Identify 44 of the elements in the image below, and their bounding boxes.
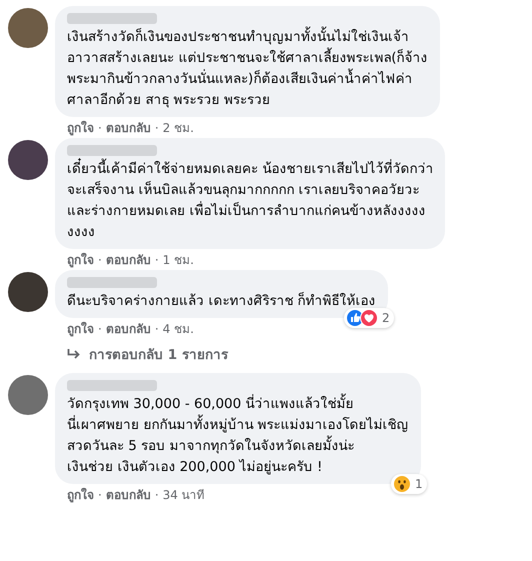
view-replies-link[interactable]: การตอบกลับ 1 รายการ <box>89 343 228 365</box>
separator-dot: · <box>154 487 159 503</box>
separator-dot: · <box>154 120 159 136</box>
separator-dot: · <box>98 321 102 337</box>
reply-link[interactable]: ตอบกลับ <box>106 321 151 337</box>
reply-link[interactable]: ตอบกลับ <box>106 120 151 136</box>
like-link[interactable]: ถูกใจ <box>67 120 94 136</box>
separator-dot: · <box>98 487 102 503</box>
like-link[interactable]: ถูกใจ <box>67 321 94 337</box>
timestamp[interactable]: 4 ชม. <box>162 321 194 337</box>
timestamp[interactable]: 34 นาที <box>162 487 205 503</box>
comment-text: เงินช่วย เงินตัวเอง 200,000 ไม่อยู่นะครับ ! <box>67 458 324 477</box>
avatar[interactable] <box>8 140 48 180</box>
separator-dot: · <box>98 120 102 136</box>
avatar[interactable] <box>8 272 48 312</box>
reaction-badge[interactable]: 1 <box>390 474 427 494</box>
reaction-count: 1 <box>414 477 423 491</box>
like-link[interactable]: ถูกใจ <box>67 487 94 503</box>
reaction-badge[interactable]: 2 <box>344 308 394 328</box>
reply-link[interactable]: ตอบกลับ <box>106 252 151 268</box>
comment-text: งงงง <box>67 223 96 242</box>
comment-text: วัดกรุงเทพ 30,000 - 60,000 นี่ว่าแพงแล้วใช่มั้ย <box>67 394 409 415</box>
comment-text: เดี๋ยวนี้เค้ามีค่าใช้จ่ายหมดเลยคะ น้องชายเราเสียไปไว้ที่วัดกว่า <box>67 159 434 180</box>
comment-text: พระมากินข้าวกลางวันนั่นแหละ)ก็ต้องเสียเงินค่าน้ำค่าไฟค่า <box>67 69 428 90</box>
comment-text: นี่เผาศพยาย ยกกันมาทั้งหมู่บ้าน พระแม่งมาเองโดยไม่เชิญ <box>67 415 409 436</box>
comment-text: ศาลาอีกด้วย สาธุ พระรวย พระรวย <box>67 91 271 110</box>
reaction-count: 2 <box>382 311 390 325</box>
like-link[interactable]: ถูกใจ <box>67 252 94 268</box>
separator-dot: · <box>154 321 159 337</box>
surprised-face-icon <box>392 475 411 493</box>
comment-text: และร่างกายหมดเลย เพื่อไม่เป็นการลำบากแก่คนข้างหลังงงงง <box>67 201 426 221</box>
comment-text: ดีนะบริจาคร่างกายแล้ว เดะทางศิริราช ก็ทำพิธีให้เอง <box>67 291 376 311</box>
comment-text: เงินสร้างวัดก็เงินของประชาชนทำบุญมาทั้งนั้นไม่ใช่เงินเจ้า <box>67 27 428 48</box>
avatar[interactable] <box>8 8 48 48</box>
separator-dot: · <box>98 252 102 268</box>
reply-link[interactable]: ตอบกลับ <box>106 487 151 503</box>
comment-text: อาวาสสร้างเลยนะ แต่ประชาชนจะใช้ศาลาเลี้ยงพระเพล(ก็จ้าง <box>67 48 428 69</box>
timestamp[interactable]: 2 ชม. <box>162 120 194 136</box>
separator-dot: · <box>154 252 159 268</box>
reply-arrow-icon <box>67 348 81 360</box>
timestamp[interactable]: 1 ชม. <box>162 252 194 268</box>
comment-text: จะเสร็จงาน เห็นบิลแล้วขนลุกมากกกกก เราเลยบริจาคอวัยวะ <box>67 180 421 200</box>
comment-text: สวดวันละ 5 รอบ มาจากทุกวัดในจังหวัดเลยมั้งน่ะ <box>67 436 409 457</box>
avatar[interactable] <box>8 375 48 415</box>
